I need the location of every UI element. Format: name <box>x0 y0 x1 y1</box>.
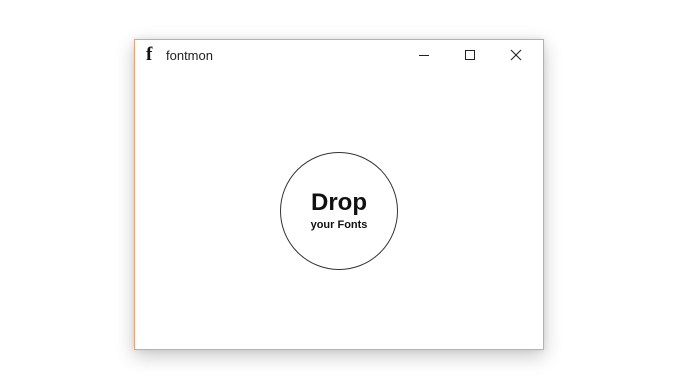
minimize-icon <box>419 55 429 56</box>
window-title: fontmon <box>166 48 213 63</box>
drop-heading: Drop <box>311 189 367 216</box>
minimize-button[interactable] <box>401 40 447 70</box>
app-logo-icon: f <box>146 44 153 65</box>
drop-subheading: your Fonts <box>310 219 368 231</box>
maximize-icon <box>465 50 475 60</box>
close-button[interactable] <box>493 40 539 70</box>
title-bar[interactable]: f fontmon <box>135 40 543 70</box>
maximize-button[interactable] <box>447 40 493 70</box>
font-drop-zone[interactable]: Drop your Fonts <box>280 152 398 270</box>
close-icon <box>510 49 522 61</box>
app-window: f fontmon Drop your Fonts <box>134 39 544 350</box>
